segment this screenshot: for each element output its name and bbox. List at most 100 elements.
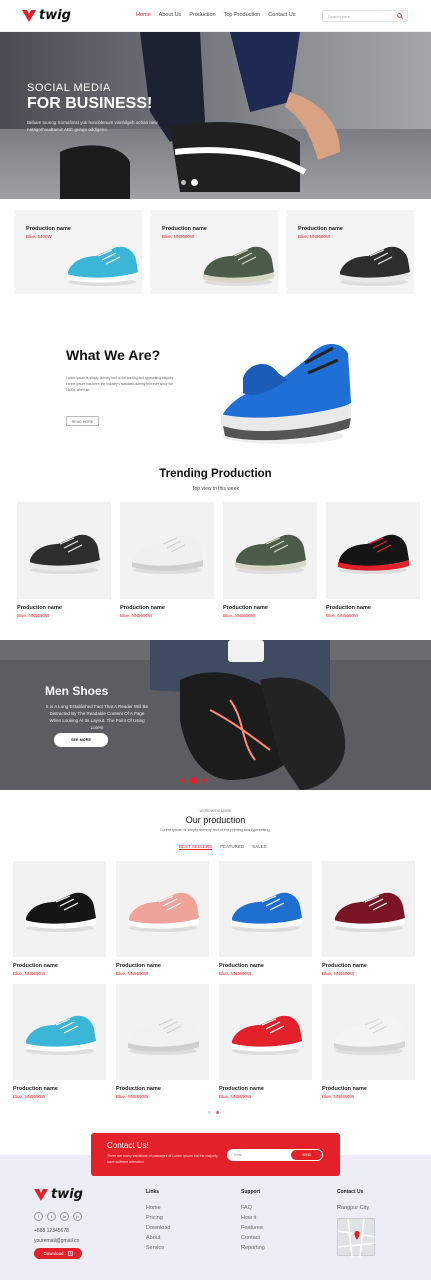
featured-product-image[interactable] [334,228,414,298]
trending-product-card[interactable]: Production name Blue, NN5690W [223,502,317,624]
nav-home[interactable]: Home [136,12,151,18]
our-product-image[interactable] [116,861,209,957]
tab-featured[interactable]: FEATURED [220,844,244,850]
our-product-image[interactable] [322,861,415,957]
read-more-button[interactable]: READ MORE [66,416,99,426]
see-more-button[interactable]: SEE MORE [54,733,108,747]
trending-product-name: Production name [120,605,165,611]
footer-brand-name: twig [51,1187,83,1202]
trending-product-image[interactable] [223,502,317,599]
support-contact[interactable]: Contact [241,1233,265,1243]
links-title: Links [146,1189,160,1195]
nav-production[interactable]: Production [189,12,215,18]
send-button[interactable]: SEND [291,1150,322,1160]
nav-contact[interactable]: Contact Us [268,12,295,18]
tab-sales[interactable]: SALES [252,844,267,850]
our-product-name: Production name [13,1086,58,1092]
our-product-card[interactable]: Production name Blue, NN5690W [219,861,312,976]
twitter-icon[interactable]: t [47,1212,56,1221]
brand-name: twig [39,8,71,23]
link-pricing[interactable]: Pricing [146,1213,170,1223]
men-dot-1[interactable] [180,778,185,783]
footer-contact: Contact Us Rangpur City [337,1189,369,1213]
our-product-name: Production name [322,1086,367,1092]
our-subtitle: Lorem Ipsum is simply dummy text of the … [160,828,271,832]
our-product-image[interactable] [13,984,106,1080]
footer-phone: +888 12345678 [34,1228,69,1234]
trending-product-image[interactable] [120,502,214,599]
trending-product-name: Production name [17,605,62,611]
our-product-card[interactable]: Production name Blue, NN5690W [116,984,209,1099]
nav-top-production[interactable]: Top Production [224,12,261,18]
search-icon[interactable] [397,13,403,19]
our-product-name: Production name [116,1086,161,1092]
trending-product-card[interactable]: Production name Blue, NN5690W [120,502,214,624]
our-product-image[interactable] [219,984,312,1080]
link-about[interactable]: About [146,1233,170,1243]
men-slider-dots [180,777,207,784]
featured-product-price: Blue, NN5690W [162,234,195,239]
hero-slider-dots [181,179,198,186]
featured-product-card[interactable]: Production name Blue, NN5690W [150,210,278,294]
men-shoes-text: It Is A Long Established Fact That A Rea… [46,704,148,730]
our-dot-2[interactable] [216,1111,219,1114]
email-field[interactable]: Email SEND [227,1149,323,1161]
men-shoes-banner: Men Shoes It Is A Long Established Fact … [0,640,431,790]
featured-product-price: Blue, NN5690W [298,234,331,239]
link-home[interactable]: Home [146,1203,170,1213]
trending-product-card[interactable]: Production name Blue, NN5690W [17,502,111,624]
facebook-icon[interactable]: f [34,1212,43,1221]
featured-product-card[interactable]: Production name Blue, 5400W [14,210,142,294]
our-product-card[interactable]: Production name Blue, NN5690W [219,984,312,1099]
our-product-price: Blue, NN5690W [116,1094,149,1099]
contact-title: Contact Us! [107,1141,149,1150]
contact-box: Contact Us! There are many variations of… [91,1133,340,1176]
men-dot-2[interactable] [190,777,197,784]
our-product-card[interactable]: Production name Blue, NN5690W [116,861,209,976]
hero-image [60,32,340,199]
our-product-card[interactable]: Production name Blue, NN5690W [13,984,106,1099]
footer-logo[interactable]: twig [34,1187,83,1202]
trending-product-image[interactable] [17,502,111,599]
our-product-image[interactable] [13,861,106,957]
featured-product-card[interactable]: Production name Blue, NN5690W [286,210,414,294]
footer-logo-mark-icon [34,1188,48,1201]
download-button[interactable]: Download [34,1248,82,1259]
our-tabs: BEST SELLERS FEATURED SALES [179,844,267,850]
our-product-price: Blue, NN5690W [219,971,252,976]
tab-best-sellers[interactable]: BEST SELLERS [179,844,213,850]
download-icon [67,1251,73,1256]
trending-product-image[interactable] [326,502,420,599]
our-product-image[interactable] [116,984,209,1080]
our-slider-dots [208,1111,219,1114]
footer-email: youremail@gmail.co [34,1238,80,1244]
support-how[interactable]: How it [241,1213,265,1223]
featured-product-image[interactable] [198,228,278,298]
hero-dot-2[interactable] [191,179,198,186]
support-title: Support [241,1189,261,1195]
featured-product-image[interactable] [62,228,142,298]
footer-map[interactable] [337,1218,377,1258]
trending-product-price: Blue, NN5690W [223,613,256,618]
support-features[interactable]: Features [241,1223,265,1233]
men-dot-3[interactable] [202,778,207,783]
our-product-image[interactable] [322,984,415,1080]
our-product-card[interactable]: Production name Blue, NN5690W [13,861,106,976]
hero-dot-1[interactable] [181,180,186,185]
brand-logo[interactable]: twig [22,8,71,23]
support-faq[interactable]: FAQ [241,1203,265,1213]
linkedin-icon[interactable]: in [60,1212,69,1221]
support-reporting[interactable]: Reporting [241,1243,265,1253]
our-dot-1[interactable] [208,1111,211,1114]
our-product-image[interactable] [219,861,312,957]
about-image [213,318,353,458]
our-product-card[interactable]: Production name Blue, NN5690W [322,861,415,976]
trending-product-card[interactable]: Production name Blue, NN5690W [326,502,420,624]
social-icons: f t in p [34,1212,82,1221]
search-input[interactable]: Search here [322,10,408,22]
our-product-card[interactable]: Production name Blue, NN5690W [322,984,415,1099]
pinterest-icon[interactable]: p [73,1212,82,1221]
nav-about[interactable]: About Us [159,12,182,18]
link-service[interactable]: Service [146,1243,170,1253]
link-download[interactable]: Download [146,1223,170,1233]
